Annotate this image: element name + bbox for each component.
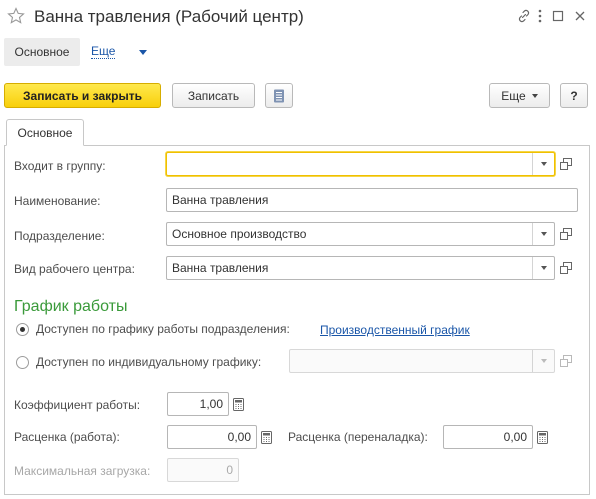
open-window-icon [560,228,572,240]
rate-work-value: 0,00 [227,430,251,444]
rate-setup-calculator-button[interactable] [533,425,551,449]
max-load-label: Максимальная загрузка: [14,464,151,478]
calculator-icon [536,430,548,444]
coef-value: 1,00 [199,397,223,411]
maximize-icon[interactable] [548,6,568,26]
division-value: Основное производство [172,227,307,241]
save-and-close-button[interactable]: Записать и закрыть [4,83,161,108]
rate-work-field[interactable]: 0,00 [167,425,257,449]
window-title: Ванна травления (Рабочий центр) [34,7,304,26]
more-actions-button[interactable]: Еще [489,83,550,108]
chevron-down-icon [531,93,538,98]
max-load-value: 0 [226,463,233,477]
name-value: Ванна травления [172,193,269,207]
coef-label: Коэффициент работы: [14,398,141,412]
type-label: Вид рабочего центра: [14,262,135,276]
schedule-section-title: График работы [14,298,128,315]
help-button[interactable]: ? [560,83,588,108]
nav-more-link[interactable]: Еще [91,44,116,59]
division-field[interactable]: Основное производство [166,222,555,246]
more-actions-label: Еще [501,88,526,103]
list-icon [274,89,284,102]
open-window-icon [560,262,572,274]
name-label: Наименование: [14,194,101,208]
save-button[interactable]: Записать [172,83,255,108]
tab-main[interactable]: Основное [6,119,84,146]
more-vertical-icon[interactable] [530,6,550,26]
individual-schedule-field[interactable] [289,349,555,373]
division-open-button[interactable] [555,222,577,246]
chevron-down-icon[interactable] [139,50,147,55]
schedule-division-radio[interactable] [16,323,29,336]
rate-setup-value: 0,00 [503,430,527,444]
group-dropdown-button[interactable] [532,153,554,175]
rate-setup-field[interactable]: 0,00 [443,425,533,449]
coef-field[interactable]: 1,00 [167,392,229,416]
division-dropdown-button[interactable] [532,223,554,245]
individual-schedule-open-button[interactable] [555,349,577,373]
max-load-field[interactable]: 0 [167,458,239,482]
type-dropdown-button[interactable] [532,257,554,279]
close-icon[interactable] [570,6,590,26]
type-value: Ванна травления [172,261,269,275]
schedule-individual-radio[interactable] [16,356,29,369]
name-field[interactable]: Ванна травления [166,188,578,212]
group-label: Входит в группу: [14,159,106,173]
type-field[interactable]: Ванна травления [166,256,555,280]
rate-setup-label: Расценка (переналадка): [288,430,428,444]
schedule-division-label[interactable]: Доступен по графику работы подразделения… [36,322,290,336]
group-field[interactable] [166,152,555,176]
schedule-individual-label[interactable]: Доступен по индивидуальному графику: [36,355,261,369]
document-list-button[interactable] [265,83,293,108]
coef-calculator-button[interactable] [229,392,247,416]
rate-work-label: Расценка (работа): [14,430,120,444]
production-schedule-link[interactable]: Производственный график [320,323,470,337]
calculator-icon [232,397,244,411]
favorite-star-icon[interactable] [6,6,26,26]
radio-selected-dot [20,327,25,332]
rate-work-calculator-button[interactable] [257,425,275,449]
open-window-icon [560,355,572,367]
calculator-icon [260,430,272,444]
open-window-icon [560,158,572,170]
nav-tab-main[interactable]: Основное [4,38,80,66]
type-open-button[interactable] [555,256,577,280]
group-open-button[interactable] [555,152,577,176]
individual-schedule-dropdown-button[interactable] [532,350,554,372]
division-label: Подразделение: [14,229,105,243]
